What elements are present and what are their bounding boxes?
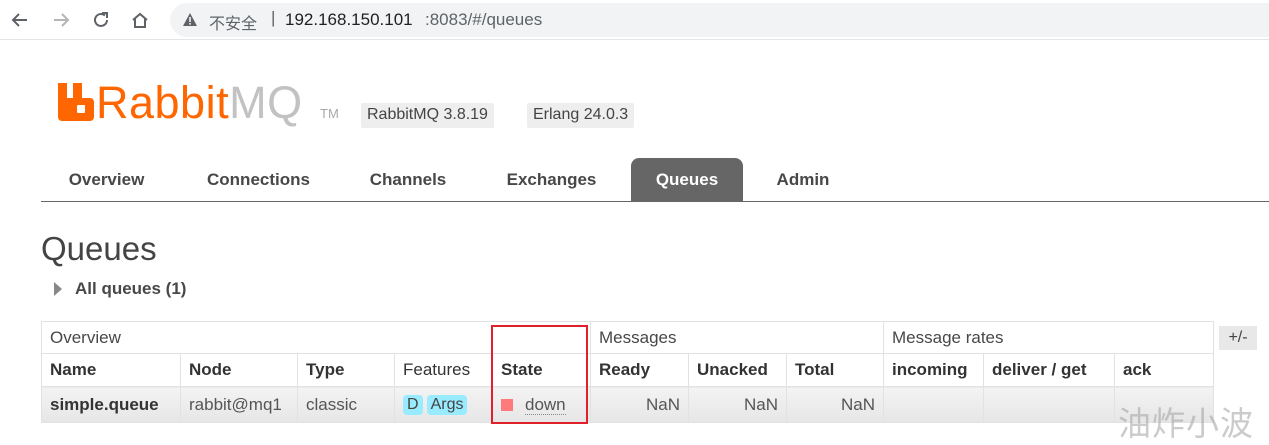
col-total[interactable]: Total [786,353,884,387]
col-features: Features [394,353,493,387]
feature-durable-badge: D [403,395,423,415]
rabbitmq-logo[interactable]: RabbitMQ TM [58,77,343,130]
main-nav: Overview Connections Channels Exchanges … [41,158,1269,202]
security-label[interactable]: 不安全 [209,10,257,34]
col-ready[interactable]: Ready [590,353,689,387]
table-column-header: Name Node Type Features State Ready Unac… [41,353,1214,387]
col-state[interactable]: State [492,353,591,387]
table-row[interactable]: simple.queue rabbit@mq1 classic D Args do… [41,386,1214,423]
section-label: All queues (1) [75,279,187,298]
reload-icon[interactable] [87,6,115,34]
tab-queues[interactable]: Queues [631,158,743,201]
watermark: 油炸小波 [1118,404,1254,443]
queue-deliver-get [983,386,1115,423]
home-icon[interactable] [126,6,154,34]
expand-triangle-icon[interactable] [54,282,62,296]
address-separator: | [271,8,276,27]
col-type[interactable]: Type [297,353,395,387]
tab-admin[interactable]: Admin [757,158,849,201]
col-deliver-get[interactable]: deliver / get [983,353,1115,387]
page-title: Queues [41,230,157,267]
erlang-version: Erlang 24.0.3 [527,103,635,128]
col-unacked[interactable]: Unacked [688,353,787,387]
tab-exchanges[interactable]: Exchanges [485,158,618,201]
warning-icon[interactable] [182,12,198,32]
tab-overview[interactable]: Overview [41,158,172,201]
address-bar[interactable]: 不安全 | 192.168.150.101 :8083/#/queues [170,3,1269,37]
col-incoming[interactable]: incoming [883,353,984,387]
state-down-icon [501,399,513,412]
col-ack[interactable]: ack [1114,353,1214,387]
col-node[interactable]: Node [180,353,298,387]
queue-incoming [883,386,984,423]
queue-node: rabbit@mq1 [180,386,298,423]
toggle-columns-button[interactable]: +/- [1219,326,1257,350]
browser-toolbar: 不安全 | 192.168.150.101 :8083/#/queues [0,0,1269,40]
rabbitmq-version: RabbitMQ 3.8.19 [361,103,494,128]
trademark: TM [320,106,339,121]
col-name[interactable]: Name [41,353,181,387]
url-path: :8083/#/queues [425,10,543,29]
queue-type: classic [297,386,395,423]
tab-channels[interactable]: Channels [346,158,470,201]
queue-unacked: NaN [688,386,787,423]
queue-name-link[interactable]: simple.queue [41,386,181,423]
url-host: 192.168.150.101 [285,10,413,29]
logo-wordmark: RabbitMQ [96,77,303,128]
queue-state: down [492,386,591,423]
queues-table: Overview Messages Message rates Name Nod… [41,321,1214,423]
queue-total: NaN [786,386,884,423]
group-messages: Messages [590,321,884,354]
group-overview: Overview [41,321,591,354]
state-text: down [525,394,566,415]
tab-connections[interactable]: Connections [186,158,331,201]
back-icon[interactable] [6,6,34,34]
forward-icon[interactable] [47,6,75,34]
feature-args-badge: Args [426,395,468,415]
table-group-header: Overview Messages Message rates [41,321,1214,354]
all-queues-toggle[interactable]: All queues (1) [54,278,186,300]
rabbit-logo-icon [58,83,94,121]
queue-features: D Args [394,386,493,423]
group-message-rates: Message rates [883,321,1214,354]
queue-ready: NaN [590,386,689,423]
